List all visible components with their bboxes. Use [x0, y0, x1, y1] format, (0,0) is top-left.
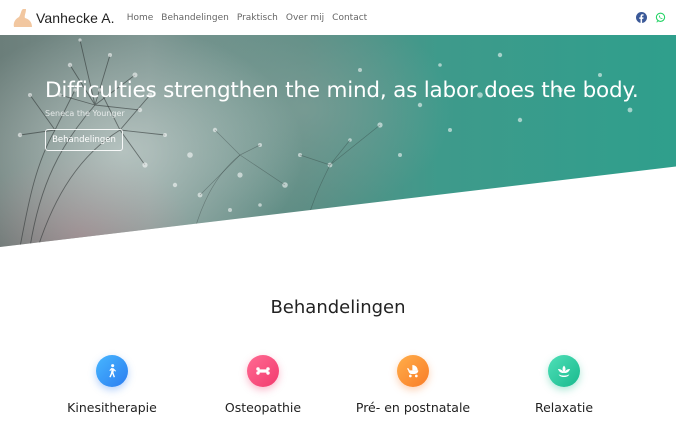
section-title: Behandelingen	[270, 297, 406, 318]
facebook-icon[interactable]	[636, 12, 647, 23]
bone-icon	[256, 367, 270, 375]
services-list: Kinesitherapie Osteopathie Pré- en postn…	[0, 355, 676, 422]
service-card-osteopathie[interactable]: Osteopathie	[183, 355, 343, 415]
navbar: Vanhecke A. Home Behandelingen Praktisch…	[0, 0, 676, 35]
walking-person-icon	[109, 364, 116, 378]
lotus-icon	[558, 365, 570, 377]
brand-link[interactable]: Vanhecke A.	[10, 6, 115, 30]
baby-carriage-icon	[407, 365, 419, 378]
service-icon-badge	[548, 355, 580, 387]
service-card-kinesitherapie[interactable]: Kinesitherapie	[32, 355, 192, 415]
brand-name: Vanhecke A.	[36, 9, 115, 26]
nav-item-behandelingen[interactable]: Behandelingen	[161, 13, 229, 23]
service-label: Relaxatie	[534, 400, 594, 415]
foot-logo-icon	[13, 8, 32, 27]
nav-item-contact[interactable]: Contact	[332, 13, 367, 23]
whatsapp-icon[interactable]	[655, 12, 666, 23]
service-icon-badge	[96, 355, 128, 387]
hero-banner: Difficulties strengthen the mind, as lab…	[0, 35, 676, 247]
service-label: Pré- en postnatale	[355, 400, 471, 415]
nav-item-over-mij[interactable]: Over mij	[286, 13, 324, 23]
service-icon-badge	[247, 355, 279, 387]
hero-quote-author: Seneca the Younger	[45, 109, 125, 118]
service-label: Osteopathie	[224, 400, 302, 415]
main-nav: Home Behandelingen Praktisch Over mij Co…	[127, 13, 376, 23]
nav-item-home[interactable]: Home	[127, 13, 154, 23]
nav-item-praktisch[interactable]: Praktisch	[237, 13, 278, 23]
hero-quote: Difficulties strengthen the mind, as lab…	[45, 78, 639, 103]
social-links	[628, 12, 666, 23]
service-icon-badge	[397, 355, 429, 387]
hero-behandelingen-button[interactable]: Behandelingen	[45, 129, 123, 151]
service-card-relaxatie[interactable]: Relaxatie	[484, 355, 644, 415]
service-label: Kinesitherapie	[67, 400, 157, 415]
service-card-pre-en-postnatale[interactable]: Pré- en postnatale	[333, 355, 493, 415]
